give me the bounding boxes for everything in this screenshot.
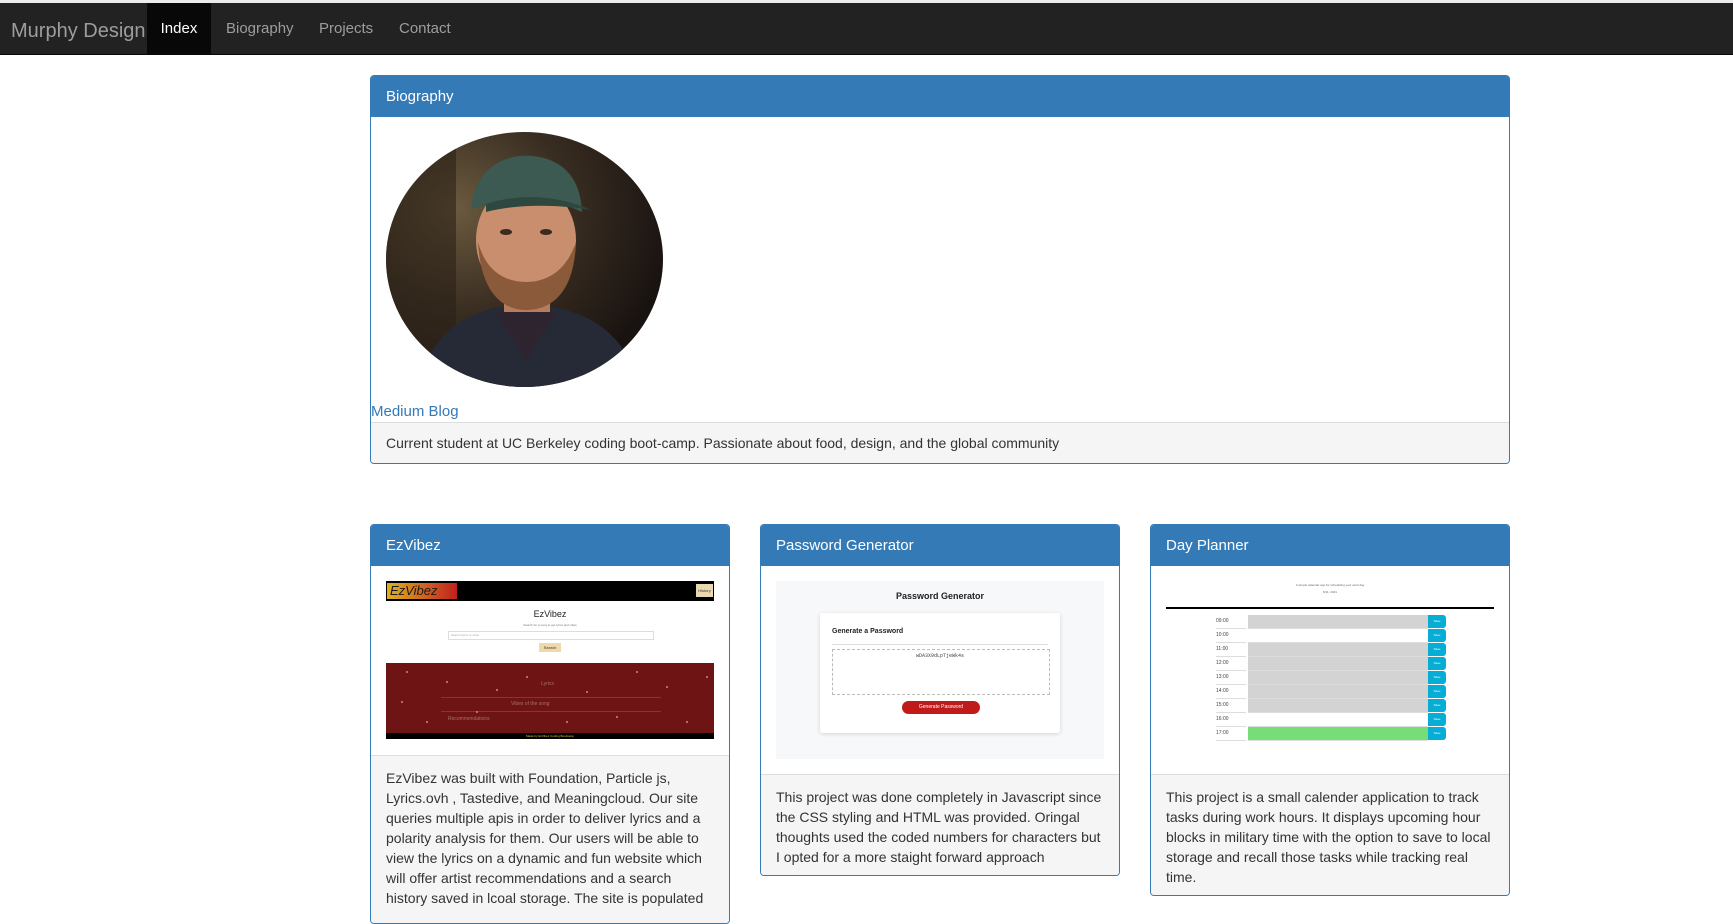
pg-card-title: Generate a Password	[832, 628, 904, 635]
dp-task-block	[1248, 643, 1428, 657]
biography-heading: Biography	[371, 76, 1509, 117]
project-heading: EzVibez	[371, 525, 729, 566]
particle-dot	[636, 671, 638, 673]
dp-task-block	[1248, 615, 1428, 629]
dp-hour-row: 14:00 Save	[1216, 685, 1446, 699]
biography-panel: Biography Medium Blog Current student at…	[370, 75, 1510, 464]
ezvibez-history-button: History	[696, 584, 713, 597]
nav-contact[interactable]: Contact	[399, 3, 451, 55]
particle-dot	[706, 676, 708, 678]
particle-dot	[496, 689, 498, 691]
particle-dot	[476, 711, 478, 713]
particle-dot	[401, 701, 403, 703]
biography-footer: Current student at UC Berkeley coding bo…	[371, 422, 1509, 463]
particle-dot	[686, 721, 688, 723]
project-card-day-planner: Day Planner A simple calendar app for sc…	[1150, 524, 1510, 896]
pg-password: wDA3X9dLpTjeWk4s	[915, 653, 964, 659]
dp-hour-row: 15:00 Save	[1216, 699, 1446, 713]
pg-title: Password Generator	[895, 591, 985, 601]
nav-projects[interactable]: Projects	[319, 3, 373, 55]
dp-hour-row: 10:00 Save	[1216, 629, 1446, 643]
project-description: This project was done completely in Java…	[776, 789, 1102, 865]
project-heading: Day Planner	[1151, 525, 1509, 566]
ezvibez-row-lyrics: Lyrics	[541, 681, 554, 687]
dp-save-button: Save	[1428, 713, 1446, 726]
dp-save-button: Save	[1428, 643, 1446, 656]
particle-dot	[566, 721, 568, 723]
dp-hour-label: 14:00	[1216, 685, 1246, 699]
dp-hour-label: 13:00	[1216, 671, 1246, 685]
project-footer: This project was done completely in Java…	[761, 774, 1119, 875]
password-generator-screenshot[interactable]: Password Generator Generate a Password w…	[776, 581, 1104, 759]
day-planner-screenshot[interactable]: A simple calendar app for scheduling you…	[1166, 581, 1494, 759]
dp-hour-row: 17:00 Save	[1216, 727, 1446, 741]
dp-hour-label: 09:00	[1216, 615, 1246, 629]
particle-dot	[526, 676, 528, 678]
dp-task-block	[1248, 685, 1428, 699]
pg-generate-button: Generate Password	[902, 701, 980, 714]
ezvibez-footer: Made by EzVibez Coding Bootcamp	[526, 734, 574, 738]
project-footer: This project is a small calender applica…	[1151, 774, 1509, 895]
project-description: EzVibez was built with Foundation, Parti…	[386, 770, 704, 906]
dp-task-block	[1248, 727, 1428, 741]
dp-task-block	[1248, 713, 1428, 727]
ezvibez-logo: EzVibez	[390, 583, 438, 598]
avatar	[386, 132, 663, 387]
nav-biography[interactable]: Biography	[226, 3, 294, 55]
ezvibez-search-button: Search	[539, 643, 561, 652]
particle-dot	[616, 716, 618, 718]
dp-hour-label: 16:00	[1216, 713, 1246, 727]
particle-dot	[666, 686, 668, 688]
dp-hour-row: 16:00 Save	[1216, 713, 1446, 727]
dp-save-button: Save	[1428, 629, 1446, 642]
ezvibez-row-vibes: Vibes of the song	[511, 701, 550, 707]
particle-dot	[586, 691, 588, 693]
dp-hour-row: 13:00 Save	[1216, 671, 1446, 685]
navbar: Murphy Design Index Biography Projects C…	[0, 3, 1733, 55]
dp-hour-row: 11:00 Save	[1216, 643, 1446, 657]
nav-index[interactable]: Index	[147, 3, 211, 55]
medium-blog-link[interactable]: Medium Blog	[371, 403, 459, 420]
project-heading: Password Generator	[761, 525, 1119, 566]
project-card-password-generator: Password Generator Password Generator Ge…	[760, 524, 1120, 876]
dp-hour-label: 17:00	[1216, 727, 1246, 741]
dp-hour-label: 11:00	[1216, 643, 1246, 657]
particle-dot	[406, 671, 408, 673]
dp-task-block	[1248, 629, 1428, 643]
dp-task-block	[1248, 671, 1428, 685]
project-card-ezvibez: EzVibez EzVibez History EzVibez Search f…	[370, 524, 730, 924]
dp-hour-label: 12:00	[1216, 657, 1246, 671]
dp-task-block	[1248, 699, 1428, 713]
project-description: This project is a small calender applica…	[1166, 789, 1491, 885]
brand-logo[interactable]: Murphy Design	[11, 19, 146, 43]
ezvibez-screenshot[interactable]: EzVibez History EzVibez Search for a son…	[386, 581, 714, 739]
project-footer: EzVibez was built with Foundation, Parti…	[371, 755, 729, 923]
dp-date: 5/11, 2021	[1323, 590, 1337, 594]
ezvibez-row-recommendations: Recommendations	[448, 716, 490, 722]
dp-task-block	[1248, 657, 1428, 671]
particle-dot	[446, 681, 448, 683]
ezvibez-subtitle: Search for a song to get lyrics and vibe…	[523, 623, 577, 627]
dp-save-button: Save	[1428, 727, 1446, 740]
dp-hour-row: 12:00 Save	[1216, 657, 1446, 671]
dp-save-button: Save	[1428, 657, 1446, 670]
ezvibez-search-placeholder: Search lyrics or artist	[451, 633, 480, 637]
dp-save-button: Save	[1428, 615, 1446, 628]
dp-save-button: Save	[1428, 699, 1446, 712]
ezvibez-title: EzVibez	[533, 609, 567, 619]
dp-hour-row: 09:00 Save	[1216, 615, 1446, 629]
dp-hour-label: 10:00	[1216, 629, 1246, 643]
dp-save-button: Save	[1428, 685, 1446, 698]
dp-hour-label: 15:00	[1216, 699, 1246, 713]
dp-subtitle: A simple calendar app for scheduling you…	[1295, 583, 1365, 587]
dp-save-button: Save	[1428, 671, 1446, 684]
particle-dot	[426, 721, 428, 723]
